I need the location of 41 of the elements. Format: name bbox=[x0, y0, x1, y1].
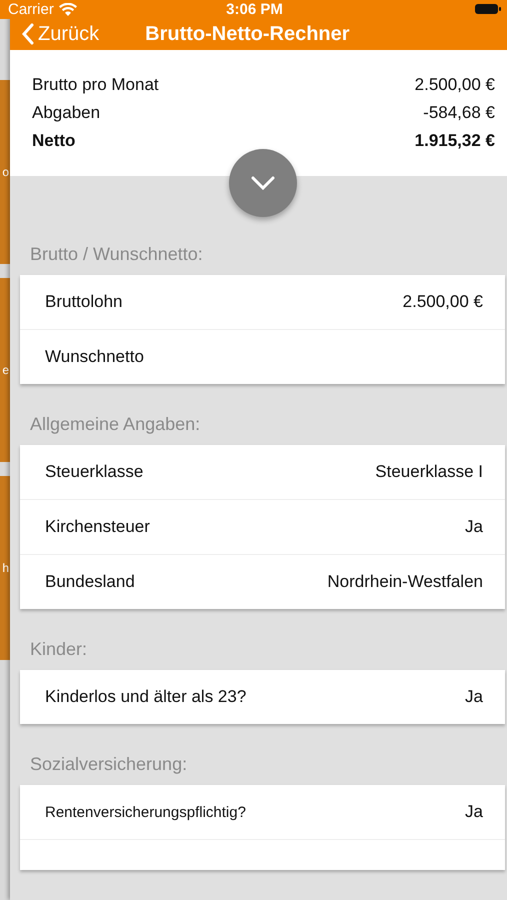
summary-value: 2.500,00 € bbox=[414, 75, 495, 95]
settings-row[interactable]: Kirchensteuer Ja bbox=[20, 499, 505, 554]
nav-title: Brutto-Netto-Rechner bbox=[145, 22, 350, 46]
row-label: Bruttolohn bbox=[45, 292, 122, 312]
row-label: Kirchensteuer bbox=[45, 517, 150, 537]
settings-row[interactable]: Wunschnetto bbox=[20, 329, 505, 384]
carrier-label: Carrier bbox=[8, 0, 54, 18]
row-value: Ja bbox=[465, 802, 483, 822]
section-title: Allgemeine Angaben: bbox=[29, 414, 202, 436]
row-value: Ja bbox=[465, 687, 483, 707]
row-value: Ja bbox=[465, 517, 483, 537]
row-value: Steuerklasse I bbox=[375, 462, 483, 482]
summary-value: 1.915,32 € bbox=[414, 131, 495, 151]
section-title: Sozialversicherung: bbox=[29, 754, 188, 776]
summary-label: Netto bbox=[32, 131, 76, 151]
summary-label: Abgaben bbox=[32, 103, 100, 123]
summary-label: Brutto pro Monat bbox=[32, 75, 159, 95]
settings-row[interactable]: Steuerklasse Steuerklasse I bbox=[20, 445, 505, 499]
settings-row[interactable]: Bruttolohn 2.500,00 € bbox=[20, 275, 505, 329]
status-time: 3:06 PM bbox=[226, 0, 283, 18]
chevron-left-icon bbox=[22, 23, 34, 46]
settings-row[interactable]: Bundesland Nordrhein-Westfalen bbox=[20, 554, 505, 609]
wifi-icon bbox=[58, 2, 77, 16]
panel-letter: o bbox=[2, 165, 9, 179]
battery-icon bbox=[475, 3, 501, 16]
row-label: Rentenversicherungspflichtig? bbox=[45, 804, 246, 820]
expand-button[interactable] bbox=[229, 149, 297, 217]
row-label: Bundesland bbox=[45, 572, 135, 592]
section-title: Kinder: bbox=[29, 639, 88, 661]
row-label: Kinderlos und älter als 23? bbox=[45, 687, 246, 707]
chevron-down-icon bbox=[251, 176, 275, 190]
settings-row[interactable]: Rentenversicherungspflichtig? Ja bbox=[20, 785, 505, 839]
row-label: Wunschnetto bbox=[45, 347, 144, 367]
section-title: Brutto / Wunschnetto: bbox=[29, 244, 204, 266]
panel-letter: h bbox=[2, 561, 9, 575]
row-value: Nordrhein-Westfalen bbox=[327, 572, 483, 592]
settings-row[interactable]: Kinderlos und älter als 23? Ja bbox=[20, 670, 505, 724]
row-label: Steuerklasse bbox=[45, 462, 144, 482]
summary-value: -584,68 € bbox=[423, 103, 495, 123]
panel-letter: e bbox=[2, 363, 9, 377]
row-value: 2.500,00 € bbox=[402, 292, 483, 312]
